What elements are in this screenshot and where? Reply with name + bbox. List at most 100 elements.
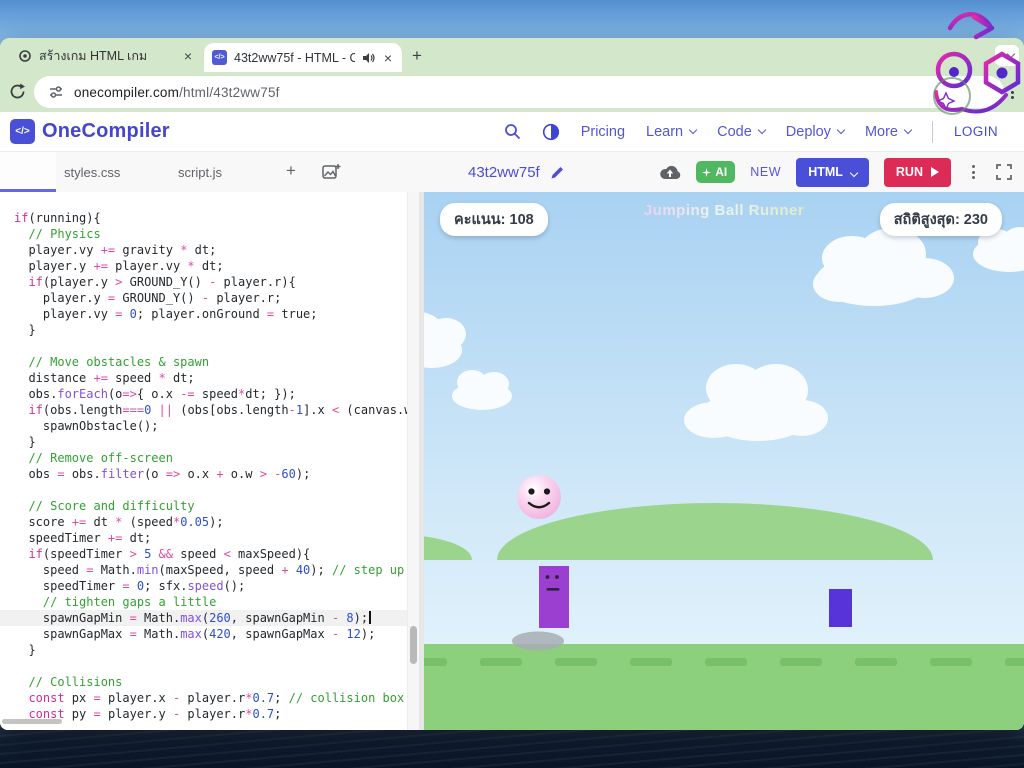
game-preview-pane: คะแนน: 108 สถิติสูงสุด: 230 Jumping Ball…	[424, 192, 1024, 730]
nav-learn[interactable]: Learn	[646, 124, 696, 140]
language-select-button[interactable]: HTML	[796, 158, 869, 187]
search-icon[interactable]	[504, 123, 521, 140]
code-line[interactable]: spawnObstacle();	[0, 418, 407, 434]
code-line[interactable]: speedTimer = 0; sfx.speed();	[0, 578, 407, 594]
game-ground	[424, 644, 1024, 730]
file-tab-styles-css[interactable]: styles.css	[64, 152, 120, 192]
sparkle-icon	[702, 168, 711, 177]
nav-more[interactable]: More	[865, 124, 911, 140]
editor-horizontal-scrollbar[interactable]	[2, 719, 62, 724]
play-icon	[931, 167, 939, 177]
new-tab-button[interactable]: +	[412, 46, 422, 66]
onecompiler-header: </> OneCompiler Pricing Learn Code Deplo…	[0, 112, 1024, 152]
browser-tab-onecompiler[interactable]: </> 43t2ww75f - HTML - One ×	[204, 43, 402, 72]
chevron-down-icon	[1006, 49, 1014, 57]
project-name: 43t2ww75f	[468, 152, 565, 192]
file-tab-script-js[interactable]: script.js	[178, 152, 222, 192]
file-tab-active-partial[interactable]	[0, 152, 56, 192]
toolbar-menu-button[interactable]	[966, 165, 981, 179]
code-line[interactable]: }	[0, 322, 407, 338]
run-button[interactable]: RUN	[884, 158, 951, 187]
scrollbar-thumb[interactable]	[410, 626, 417, 664]
code-line[interactable]: if(running){	[0, 210, 407, 226]
login-button[interactable]: LOGIN	[954, 124, 998, 139]
code-line[interactable]: obs.forEach(o=>{ o.x -= speed*dt; });	[0, 386, 407, 402]
chevron-down-icon	[689, 125, 697, 133]
cloud-upload-icon[interactable]	[659, 164, 681, 181]
code-line[interactable]: player.vy = 0; player.onGround = true;	[0, 306, 407, 322]
code-line[interactable]: spawnGapMin = Math.max(260, spawnGapMin …	[0, 610, 407, 626]
ai-button[interactable]: AI	[696, 161, 735, 183]
browser-tab-chatgpt[interactable]: สร้างเกม HTML เกม ×	[10, 43, 202, 69]
text-cursor	[369, 611, 371, 624]
brand-code-icon: </>	[10, 119, 35, 144]
code-line[interactable]: speedTimer += dt;	[0, 530, 407, 546]
onecompiler-logo[interactable]: </> OneCompiler	[10, 119, 170, 144]
ground-dashes	[424, 658, 1024, 666]
code-line[interactable]: // Score and difficulty	[0, 498, 407, 514]
desktop-wallpaper-bottom	[0, 726, 1024, 768]
code-line[interactable]: // Move obstacles & spawn	[0, 354, 407, 370]
code-line[interactable]: distance += speed * dt;	[0, 370, 407, 386]
new-button[interactable]: NEW	[750, 165, 781, 179]
tab-close-icon[interactable]: ×	[182, 49, 194, 63]
edit-pencil-icon[interactable]	[550, 165, 565, 180]
url-bar[interactable]: onecompiler.com/html/43t2ww75f	[34, 76, 1004, 108]
code-favicon-icon: </>	[212, 50, 227, 65]
url-domain: onecompiler.com	[74, 85, 179, 100]
code-editor[interactable]: if(running){ // Physics player.vy += gra…	[0, 192, 407, 730]
chevron-down-icon	[758, 125, 766, 133]
nav-divider	[932, 121, 933, 143]
main-content: if(running){ // Physics player.vy += gra…	[0, 192, 1024, 730]
nav-code[interactable]: Code	[717, 124, 765, 140]
code-line[interactable]: // tighten gaps a little	[0, 594, 407, 610]
browser-menu-button[interactable]	[1004, 82, 1020, 102]
code-line[interactable]: if(obs.length===0 || (obs[obs.length-1].…	[0, 402, 407, 418]
nav-pricing[interactable]: Pricing	[581, 124, 625, 140]
code-line[interactable]: obs = obs.filter(o => o.x + o.w > -60);	[0, 466, 407, 482]
browser-url-row: onecompiler.com/html/43t2ww75f	[0, 72, 1024, 112]
chevron-down-icon	[837, 125, 845, 133]
obstacle-purple	[539, 566, 569, 628]
code-line[interactable]	[0, 338, 407, 354]
code-line[interactable]: if(player.y > GROUND_Y() - player.r){	[0, 274, 407, 290]
nav-deploy[interactable]: Deploy	[786, 124, 844, 140]
code-line[interactable]: const px = player.x - player.r*0.7; // c…	[0, 690, 407, 706]
obstacle-violet	[829, 589, 852, 627]
tab-title: 43t2ww75f - HTML - One	[234, 51, 355, 65]
code-line[interactable]	[0, 658, 407, 674]
site-nav: Pricing Learn Code Deploy More LOGIN	[504, 121, 1024, 143]
code-line[interactable]: }	[0, 642, 407, 658]
editor-vertical-scrollbar[interactable]	[407, 192, 419, 730]
chevron-down-icon	[904, 125, 912, 133]
code-line[interactable]: speed = Math.min(maxSpeed, speed + 40); …	[0, 562, 407, 578]
add-image-icon[interactable]	[322, 163, 341, 180]
code-line[interactable]: player.y += player.vy * dt;	[0, 258, 407, 274]
cloud-small-left	[452, 370, 512, 410]
window-chevron-button[interactable]	[995, 45, 1019, 66]
code-line[interactable]: score += dt * (speed*0.05);	[0, 514, 407, 530]
brand-name: OneCompiler	[42, 120, 170, 143]
tab-close-icon[interactable]: ×	[382, 51, 394, 65]
code-line[interactable]: // Remove off-screen	[0, 450, 407, 466]
url-path: /html/43t2ww75f	[179, 85, 280, 100]
code-line[interactable]: // Collisions	[0, 674, 407, 690]
reload-icon[interactable]	[8, 82, 27, 101]
audio-playing-icon[interactable]	[362, 52, 375, 64]
game-canvas[interactable]	[424, 192, 1024, 730]
code-line[interactable]: // Physics	[0, 226, 407, 242]
code-line[interactable]: spawnGapMax = Math.max(420, spawnGapMax …	[0, 626, 407, 642]
browser-window: สร้างเกม HTML เกม × </> 43t2ww75f - HTML…	[0, 38, 1024, 730]
code-line[interactable]: if(speedTimer > 5 && speed < maxSpeed){	[0, 546, 407, 562]
code-line[interactable]: player.vy += gravity * dt;	[0, 242, 407, 258]
code-line[interactable]: }	[0, 434, 407, 450]
code-lines[interactable]: if(running){ // Physics player.vy += gra…	[0, 192, 407, 722]
browser-tab-strip: สร้างเกม HTML เกม × </> 43t2ww75f - HTML…	[0, 38, 1024, 72]
fullscreen-icon[interactable]	[996, 164, 1012, 180]
site-settings-icon[interactable]	[48, 84, 64, 100]
code-line[interactable]: player.y = GROUND_Y() - player.r;	[0, 290, 407, 306]
code-line[interactable]	[0, 482, 407, 498]
theme-toggle-icon[interactable]	[542, 123, 560, 141]
add-file-button[interactable]: +	[286, 161, 296, 181]
player-ball	[517, 475, 561, 519]
